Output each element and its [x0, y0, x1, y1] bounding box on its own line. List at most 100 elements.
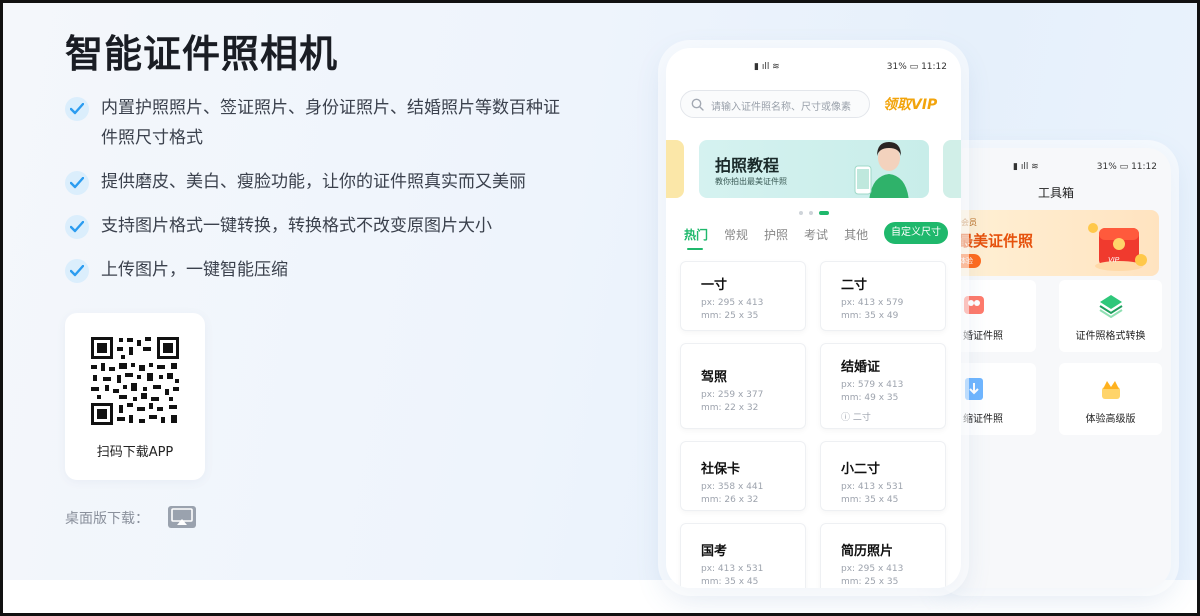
qr-download-card[interactable]: 扫码下载APP [65, 313, 205, 480]
size-card[interactable]: 结婚证 px: 579 x 413 mm: 49 x 35 ⓘ 二寸 [820, 343, 946, 429]
size-name: 二寸 [841, 278, 868, 293]
toolbox-title: 工具箱 [1037, 186, 1074, 200]
tab-passport[interactable]: 护照 [764, 226, 788, 243]
feature-text: 上传图片，一键智能压缩 [101, 260, 288, 280]
gift-box-icon: VIP [1088, 223, 1147, 271]
feature-text: 提供磨皮、美白、瘦脸功能，让你的证件照真实而又美丽 [101, 172, 526, 192]
feature-item: 提供磨皮、美白、瘦脸功能，让你的证件照真实而又美丽 [65, 167, 585, 197]
desktop-download-button[interactable] [168, 506, 196, 528]
marriage-photo-icon [964, 296, 984, 314]
size-card[interactable]: 一寸 px: 295 x 413 mm: 25 x 35 [680, 261, 806, 331]
tool-label: 证件照格式转换 [1075, 331, 1146, 342]
battery-icon: ▭ [909, 62, 919, 72]
size-card[interactable]: 简历照片 px: 295 x 413 mm: 25 x 35 [820, 523, 946, 588]
check-icon [65, 171, 89, 195]
size-note: ⓘ 二寸 [841, 410, 945, 423]
battery-percent: 31% [1096, 162, 1117, 172]
tab-regular[interactable]: 常规 [724, 226, 748, 243]
compress-photo-icon [965, 378, 983, 400]
signal-icon: ▮ ıll ≋ [754, 62, 780, 72]
size-note-text: 二寸 [852, 413, 871, 423]
size-name: 结婚证 [841, 360, 881, 375]
check-icon [65, 259, 89, 283]
desktop-download-label: 桌面版下载： [65, 511, 149, 527]
size-px: px: 259 x 377 [701, 390, 764, 400]
size-mm: mm: 49 x 35 [841, 393, 899, 403]
size-name: 小二寸 [841, 462, 881, 477]
status-time: 11:12 [921, 62, 947, 72]
size-card[interactable]: 社保卡 px: 358 x 441 mm: 26 x 32 [680, 441, 806, 511]
search-input[interactable]: 请输入证件照名称、尺寸或像素 [680, 90, 870, 118]
signal-icon: ▮ ıll ≋ [1013, 162, 1039, 172]
feature-item: 上传图片，一键智能压缩 [65, 255, 585, 285]
check-icon [65, 215, 89, 239]
size-name: 一寸 [701, 278, 728, 293]
status-right: 31% ▭ 11:12 [887, 62, 947, 72]
info-icon: ⓘ [841, 413, 851, 423]
search-placeholder: 请输入证件照名称、尺寸或像素 [711, 102, 851, 113]
size-mm: mm: 22 x 32 [701, 403, 759, 413]
size-mm: mm: 35 x 45 [841, 495, 899, 505]
category-tabs: 热门 常规 护照 考试 其他 [684, 226, 868, 250]
feature-item: 支持图片格式一键转换，转换格式不改变原图片大小 [65, 211, 585, 241]
status-time: 11:12 [1131, 162, 1157, 172]
tab-other[interactable]: 其他 [844, 226, 868, 243]
size-px: px: 413 x 579 [841, 298, 904, 308]
size-card[interactable]: 国考 px: 413 x 531 mm: 35 x 45 [680, 523, 806, 588]
svg-text:VIP: VIP [1108, 257, 1120, 264]
size-card[interactable]: 二寸 px: 413 x 579 mm: 35 x 49 [820, 261, 946, 331]
size-mm: mm: 25 x 35 [701, 311, 759, 321]
phone-home-screen: ▮ ıll ≋ 31% ▭ 11:12 请输入证件照名称、尺寸或像素 领取VIP… [666, 48, 961, 588]
feature-list: 内置护照照片、签证照片、身份证照片、结婚照片等数百种证件照尺寸格式 提供磨皮、美… [65, 93, 585, 299]
search-icon [691, 98, 704, 111]
feature-text: 支持图片格式一键转换，转换格式不改变原图片大小 [101, 216, 492, 236]
size-px: px: 358 x 441 [701, 482, 764, 492]
qr-code-icon [89, 335, 181, 427]
feature-text: 内置护照照片、签证照片、身份证照片、结婚照片等数百种证件照尺寸格式 [101, 98, 560, 148]
size-px: px: 295 x 413 [701, 298, 764, 308]
status-right: 31% ▭ 11:12 [1097, 162, 1157, 172]
tool-format-convert[interactable]: 证件照格式转换 [1059, 280, 1162, 352]
format-convert-icon [1099, 295, 1123, 318]
size-px: px: 295 x 413 [841, 564, 904, 574]
model-photo-icon [854, 142, 909, 198]
size-name: 简历照片 [841, 544, 894, 559]
tool-label: 体验高级版 [1085, 414, 1136, 425]
banner-subtitle: 教你拍出最美证件照 [715, 177, 787, 186]
carousel-dot[interactable] [809, 211, 813, 215]
banner-prev-peek[interactable] [666, 140, 684, 198]
vip-promo-banner[interactable]: 级版会员 锁最美证件照 立即体验 VIP [941, 210, 1159, 276]
tab-exam[interactable]: 考试 [804, 226, 828, 243]
size-card[interactable]: 小二寸 px: 413 x 531 mm: 35 x 45 [820, 441, 946, 511]
size-mm: mm: 35 x 49 [841, 311, 899, 321]
check-icon [65, 97, 89, 121]
size-card[interactable]: 驾照 px: 259 x 377 mm: 22 x 32 [680, 343, 806, 429]
battery-percent: 31% [886, 62, 907, 72]
banner-title: 拍照教程 [715, 156, 780, 175]
tool-try-premium[interactable]: 体验高级版 [1059, 363, 1162, 435]
size-mm: mm: 35 x 45 [701, 577, 759, 587]
page-title: 智能证件照相机 [65, 32, 339, 76]
size-mm: mm: 26 x 32 [701, 495, 759, 505]
size-name: 国考 [701, 544, 728, 559]
size-name: 驾照 [701, 370, 728, 385]
crown-icon [1102, 381, 1120, 399]
size-name: 社保卡 [701, 462, 741, 477]
carousel-indicator [799, 211, 829, 215]
banner-next-peek[interactable] [943, 140, 961, 198]
carousel-dot-active[interactable] [819, 211, 829, 215]
photo-tutorial-banner[interactable]: 拍照教程 教你拍出最美证件照 [699, 140, 929, 198]
size-mm: mm: 25 x 35 [841, 577, 899, 587]
feature-item: 内置护照照片、签证照片、身份证照片、结婚照片等数百种证件照尺寸格式 [65, 93, 585, 153]
size-px: px: 413 x 531 [841, 482, 904, 492]
phone-toolbox-screen: ▮ ıll ≋ 31% ▭ 11:12 工具箱 级版会员 锁最美证件照 立即体验… [941, 148, 1171, 588]
claim-vip-link[interactable]: 领取VIP [883, 94, 937, 114]
airplay-icon [171, 508, 193, 525]
size-px: px: 579 x 413 [841, 380, 904, 390]
custom-size-button[interactable]: 自定义尺寸 [884, 222, 948, 244]
tab-hot[interactable]: 热门 [684, 226, 708, 250]
qr-label: 扫码下载APP [96, 445, 174, 460]
carousel-dot[interactable] [799, 211, 803, 215]
battery-icon: ▭ [1119, 162, 1129, 172]
page-frame: 智能证件照相机 内置护照照片、签证照片、身份证照片、结婚照片等数百种证件照尺寸格… [0, 0, 1200, 616]
